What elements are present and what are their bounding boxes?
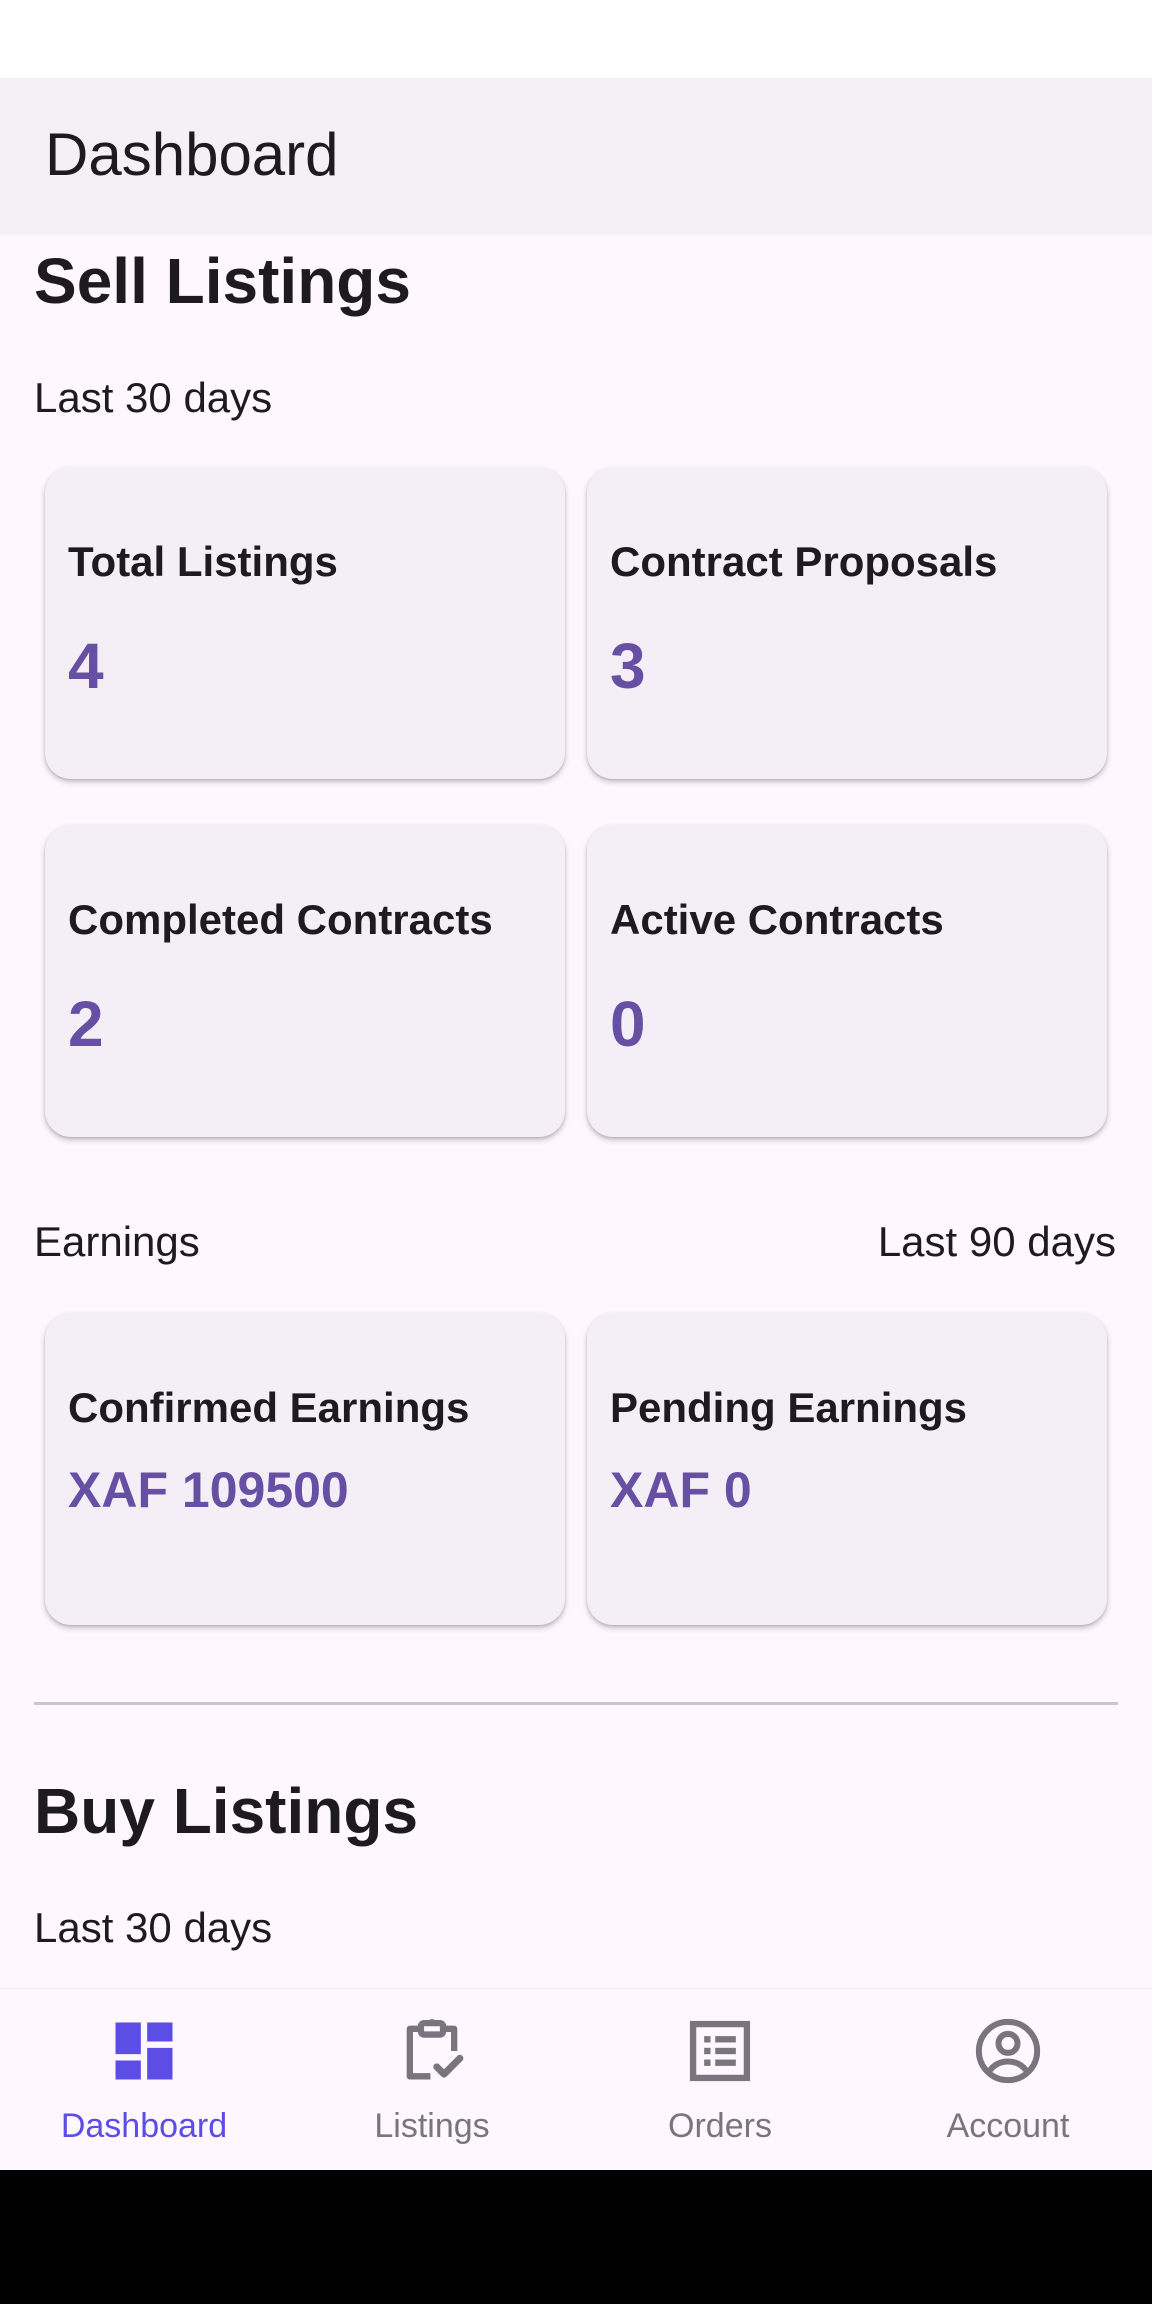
nav-item-listings[interactable]: Listings [288,1989,576,2171]
card-label: Total Listings [68,538,338,585]
earnings-period-label: Last 90 days [877,1218,1116,1265]
earnings-label: Earnings [34,1218,200,1265]
card-value: 4 [68,630,104,702]
clipboard-check-icon [406,2019,464,2080]
account-circle-icon [975,2018,1041,2084]
list-icon [689,2020,751,2082]
app-bar: Dashboard [0,78,1152,235]
buy-period-label: Last 30 days [34,1904,273,1951]
system-navigation-bar [0,2170,1152,2304]
card-label: Contract Proposals [610,538,998,585]
nav-item-dashboard[interactable]: Dashboard [0,1989,288,2171]
section-divider [34,1702,1118,1705]
nav-label: Orders [668,2107,772,2145]
card-label: Completed Contracts [68,896,493,943]
page-title: Dashboard [45,121,339,188]
card-value: 3 [610,630,646,702]
card-label: Pending Earnings [610,1384,968,1431]
active-contracts-card[interactable]: Active Contracts 0 [587,825,1107,1137]
nav-label: Dashboard [60,2107,228,2145]
confirmed-earnings-card[interactable]: Confirmed Earnings XAF 109500 [45,1313,565,1625]
dashboard-icon [115,2022,173,2080]
card-label: Confirmed Earnings [68,1384,470,1431]
buy-listings-heading: Buy Listings [34,1775,419,1847]
status-bar [0,0,1152,78]
dashboard-content[interactable]: Sell Listings Last 30 days Total Listing… [0,235,1152,1988]
card-label: Active Contracts [610,896,944,943]
completed-contracts-card[interactable]: Completed Contracts 2 [45,825,565,1137]
nav-item-orders[interactable]: Orders [576,1989,864,2171]
bottom-navigation: Dashboard Listings Orders Account [0,1988,1152,2170]
pending-earnings-card[interactable]: Pending Earnings XAF 0 [587,1313,1107,1625]
sell-listings-heading: Sell Listings [34,245,411,317]
card-value: XAF 0 [610,1462,752,1518]
card-value: 0 [610,988,646,1060]
sell-period-label: Last 30 days [34,374,273,421]
nav-item-account[interactable]: Account [864,1989,1152,2171]
contract-proposals-card[interactable]: Contract Proposals 3 [587,467,1107,779]
card-value: 2 [68,988,104,1060]
total-listings-card[interactable]: Total Listings 4 [45,467,565,779]
nav-label: Account [946,2107,1070,2145]
nav-label: Listings [374,2107,490,2145]
card-value: XAF 109500 [68,1462,349,1518]
